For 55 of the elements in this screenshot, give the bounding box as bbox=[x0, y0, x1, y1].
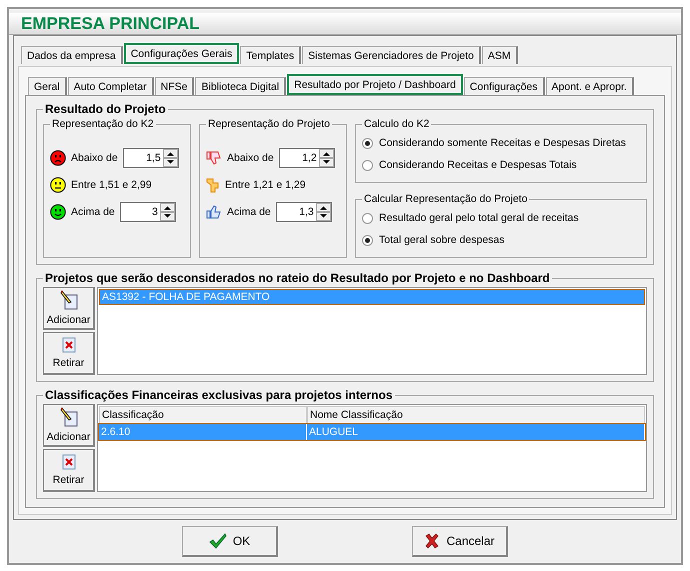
window-title: EMPRESA PRINCIPAL bbox=[9, 13, 681, 35]
tab[interactable]: Templates bbox=[240, 46, 302, 64]
tab[interactable]: Configurações Gerais bbox=[124, 43, 240, 64]
pencil-document-icon bbox=[60, 407, 78, 427]
tab[interactable]: Auto Completar bbox=[68, 77, 154, 95]
remove-button[interactable]: Retirar bbox=[43, 332, 95, 375]
tab[interactable]: NFSe bbox=[154, 77, 194, 95]
range-label: Entre 1,51 e 2,99 bbox=[71, 178, 152, 190]
group-title: Representação do Projeto bbox=[207, 118, 331, 130]
section-title: Projetos que serão desconsiderados no rateio do Resultado por Projeto e no Dashboard bbox=[44, 271, 551, 285]
range-label: Abaixo de bbox=[227, 152, 274, 164]
radio-label[interactable]: Considerando somente Receitas e Despesas Diretas bbox=[379, 137, 626, 149]
tab[interactable]: Geral bbox=[28, 77, 67, 95]
thumbs-up-icon bbox=[206, 204, 222, 218]
pencil-document-icon bbox=[60, 290, 78, 310]
tab[interactable]: Resultado por Projeto / Dashboard bbox=[287, 74, 463, 95]
group-title: Representação do K2 bbox=[51, 118, 155, 130]
add-button[interactable]: Adicionar bbox=[43, 287, 95, 330]
column-header[interactable]: Classificação bbox=[99, 406, 307, 424]
radio-label[interactable]: Considerando Receitas e Despesas Totais bbox=[379, 159, 577, 171]
radio-label[interactable]: Total geral sobre despesas bbox=[379, 234, 504, 246]
section-title: Resultado do Projeto bbox=[44, 102, 167, 116]
number-spinner[interactable]: 1,5 bbox=[122, 148, 179, 168]
add-button[interactable]: Adicionar bbox=[43, 404, 95, 447]
remove-button[interactable]: Retirar bbox=[43, 449, 95, 492]
remove-document-icon bbox=[62, 337, 76, 353]
group-title: Calcular Representação do Projeto bbox=[363, 193, 528, 205]
radio-label[interactable]: Resultado geral pelo total geral de receitas bbox=[379, 212, 579, 224]
hand-icon bbox=[206, 176, 220, 192]
range-label: Acima de bbox=[71, 206, 115, 218]
ok-button[interactable]: OK bbox=[182, 526, 278, 557]
tab[interactable]: Apont. e Apropr. bbox=[546, 77, 634, 95]
section-title: Classificações Financeiras exclusivas para projetos internos bbox=[44, 388, 394, 402]
number-spinner[interactable]: 1,3 bbox=[276, 202, 332, 222]
tab[interactable]: Biblioteca Digital bbox=[195, 77, 286, 95]
number-spinner[interactable]: 3 bbox=[120, 202, 176, 222]
close-icon bbox=[424, 533, 440, 549]
tab[interactable]: Configurações bbox=[464, 77, 545, 95]
range-label: Acima de bbox=[227, 206, 271, 218]
range-label: Abaixo de bbox=[71, 152, 118, 164]
radio-button[interactable] bbox=[362, 234, 373, 246]
group-title: Calculo do K2 bbox=[363, 118, 430, 130]
check-icon bbox=[208, 533, 227, 549]
tab[interactable]: Sistemas Gerenciadores de Projeto bbox=[302, 46, 481, 64]
radio-button[interactable] bbox=[362, 160, 373, 170]
tab[interactable]: Dados da empresa bbox=[21, 46, 123, 64]
range-label: Entre 1,21 e 1,29 bbox=[225, 178, 306, 190]
radio-button[interactable] bbox=[362, 212, 373, 224]
remove-document-icon bbox=[62, 454, 76, 470]
thumbs-down-icon bbox=[206, 150, 222, 164]
cancel-button[interactable]: Cancelar bbox=[412, 526, 508, 557]
radio-button[interactable] bbox=[362, 138, 373, 148]
column-header[interactable]: Nome Classificação bbox=[307, 406, 645, 424]
number-spinner[interactable]: 1,2 bbox=[278, 148, 335, 168]
tab[interactable]: ASM bbox=[482, 46, 518, 64]
